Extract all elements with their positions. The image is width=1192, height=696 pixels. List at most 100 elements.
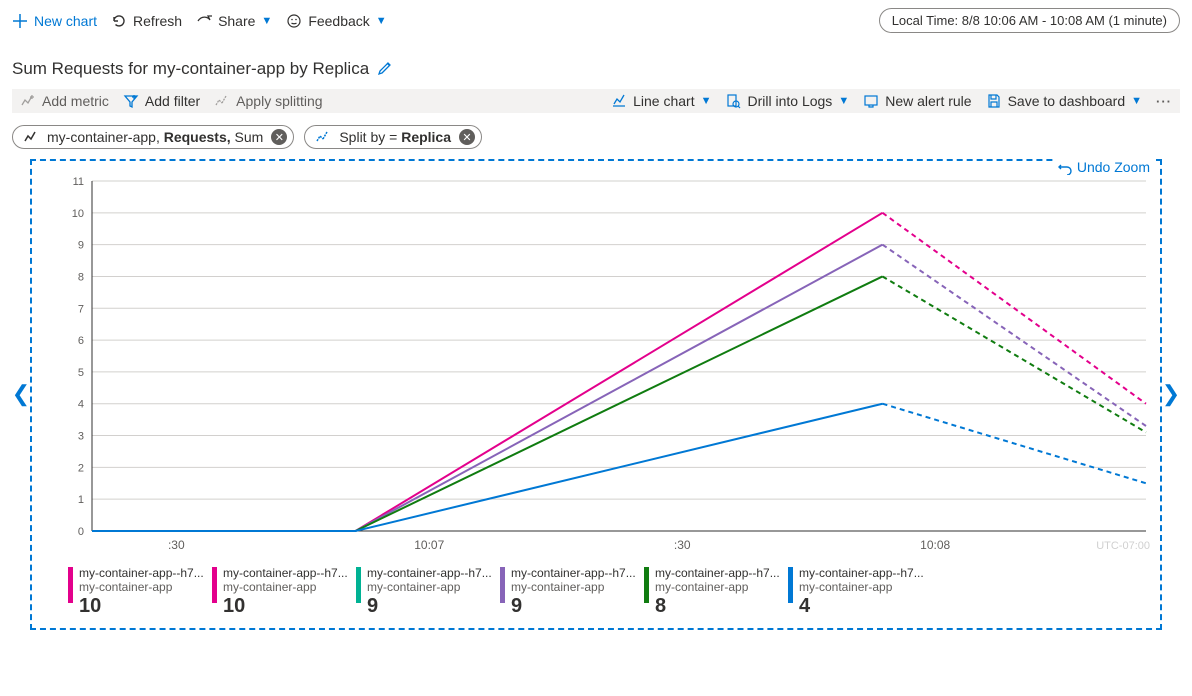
svg-text:10:08: 10:08 [920, 538, 950, 552]
legend-swatch [788, 567, 793, 603]
legend-series-name: my-container-app--h7... [511, 567, 636, 581]
metric-pill[interactable]: my-container-app, Requests, Sum ✕ [12, 125, 294, 149]
undo-zoom-label: Undo Zoom [1077, 159, 1150, 175]
line-chart-icon [611, 93, 627, 109]
legend-series-name: my-container-app--h7... [655, 567, 780, 581]
legend-swatch [500, 567, 505, 603]
legend-series-value: 9 [367, 595, 492, 618]
legend-series-sub: my-container-app [367, 581, 492, 595]
new-alert-button[interactable]: New alert rule [863, 93, 971, 109]
split-icon [214, 93, 230, 109]
svg-text:3: 3 [78, 431, 84, 443]
chevron-down-icon: ▼ [838, 95, 849, 107]
chart-type-label: Line chart [633, 93, 694, 109]
drill-logs-label: Drill into Logs [747, 93, 832, 109]
split-pill-text: Split by = Replica [339, 129, 451, 145]
split-icon [315, 129, 331, 145]
remove-split-button[interactable]: ✕ [459, 129, 475, 145]
drill-logs-button[interactable]: Drill into Logs ▼ [725, 93, 849, 109]
prev-chart-button[interactable]: ❮ [12, 159, 30, 630]
chevron-down-icon: ▼ [261, 15, 272, 27]
feedback-button[interactable]: Feedback ▼ [286, 13, 386, 29]
legend-series-sub: my-container-app [223, 581, 348, 595]
feedback-label: Feedback [308, 13, 369, 29]
svg-text:1: 1 [78, 494, 84, 506]
legend-item[interactable]: my-container-app--h7... my-container-app… [644, 567, 780, 618]
svg-text:4: 4 [78, 399, 84, 411]
legend-series-value: 10 [79, 595, 204, 618]
time-range-pill[interactable]: Local Time: 8/8 10:06 AM - 10:08 AM (1 m… [879, 8, 1180, 33]
utc-label: UTC-07:00 [1096, 540, 1150, 552]
alert-icon [863, 93, 879, 109]
logs-icon [725, 93, 741, 109]
legend-series-value: 10 [223, 595, 348, 618]
legend-series-value: 9 [511, 595, 636, 618]
refresh-label: Refresh [133, 13, 182, 29]
remove-metric-button[interactable]: ✕ [271, 129, 287, 145]
legend-item[interactable]: my-container-app--h7... my-container-app… [788, 567, 924, 618]
svg-text::30: :30 [674, 538, 691, 552]
svg-text:8: 8 [78, 271, 84, 283]
metric-icon [20, 93, 36, 109]
svg-text:10:07: 10:07 [414, 538, 444, 552]
legend-swatch [356, 567, 361, 603]
save-icon [986, 93, 1002, 109]
legend-series-value: 8 [655, 595, 780, 618]
undo-icon [1057, 159, 1073, 175]
apply-splitting-label: Apply splitting [236, 93, 322, 109]
metric-icon [23, 129, 39, 145]
add-filter-button[interactable]: Add filter [123, 93, 200, 109]
new-chart-label: New chart [34, 13, 97, 29]
chart-type-selector[interactable]: Line chart ▼ [611, 93, 711, 109]
svg-text:11: 11 [73, 176, 84, 188]
add-filter-label: Add filter [145, 93, 200, 109]
legend-series-name: my-container-app--h7... [367, 567, 492, 581]
legend-swatch [68, 567, 73, 603]
svg-text:2: 2 [78, 462, 84, 474]
split-pill[interactable]: Split by = Replica ✕ [304, 125, 482, 149]
save-dashboard-button[interactable]: Save to dashboard ▼ [986, 93, 1142, 109]
chevron-down-icon: ▼ [376, 15, 387, 27]
svg-text:6: 6 [78, 335, 84, 347]
legend-swatch [212, 567, 217, 603]
svg-text:10: 10 [72, 208, 84, 220]
chart-frame: Undo Zoom 01234567891011 :3010:07:3010:0… [30, 159, 1162, 630]
apply-splitting-button[interactable]: Apply splitting [214, 93, 322, 109]
filter-icon [123, 93, 139, 109]
legend-series-name: my-container-app--h7... [79, 567, 204, 581]
edit-title-button[interactable] [377, 60, 393, 79]
next-chart-button[interactable]: ❯ [1162, 159, 1180, 630]
refresh-button[interactable]: Refresh [111, 13, 182, 29]
svg-text:0: 0 [78, 526, 84, 538]
legend-item[interactable]: my-container-app--h7... my-container-app… [356, 567, 492, 618]
new-alert-label: New alert rule [885, 93, 971, 109]
legend-item[interactable]: my-container-app--h7... my-container-app… [500, 567, 636, 618]
more-menu-button[interactable]: ··· [1156, 94, 1172, 109]
page-title: Sum Requests for my-container-app by Rep… [12, 59, 369, 79]
share-label: Share [218, 13, 255, 29]
refresh-icon [111, 13, 127, 29]
legend-series-sub: my-container-app [799, 581, 924, 595]
share-button[interactable]: Share ▼ [196, 13, 272, 29]
legend-series-sub: my-container-app [79, 581, 204, 595]
save-dashboard-label: Save to dashboard [1008, 93, 1126, 109]
line-chart-plot[interactable]: 01234567891011 :3010:07:3010:08 [32, 161, 1156, 561]
legend-series-sub: my-container-app [655, 581, 780, 595]
chevron-down-icon: ▼ [1131, 95, 1142, 107]
smiley-icon [286, 13, 302, 29]
share-icon [196, 13, 212, 29]
chevron-down-icon: ▼ [701, 95, 712, 107]
svg-text:9: 9 [78, 240, 84, 252]
svg-text::30: :30 [168, 538, 185, 552]
plus-icon [12, 13, 28, 29]
svg-text:5: 5 [78, 367, 84, 379]
pencil-icon [377, 60, 393, 76]
legend-series-name: my-container-app--h7... [799, 567, 924, 581]
new-chart-button[interactable]: New chart [12, 13, 97, 29]
legend: my-container-app--h7... my-container-app… [32, 561, 1160, 628]
undo-zoom-button[interactable]: Undo Zoom [1053, 159, 1154, 175]
add-metric-button[interactable]: Add metric [20, 93, 109, 109]
legend-item[interactable]: my-container-app--h7... my-container-app… [68, 567, 204, 618]
legend-item[interactable]: my-container-app--h7... my-container-app… [212, 567, 348, 618]
legend-series-sub: my-container-app [511, 581, 636, 595]
